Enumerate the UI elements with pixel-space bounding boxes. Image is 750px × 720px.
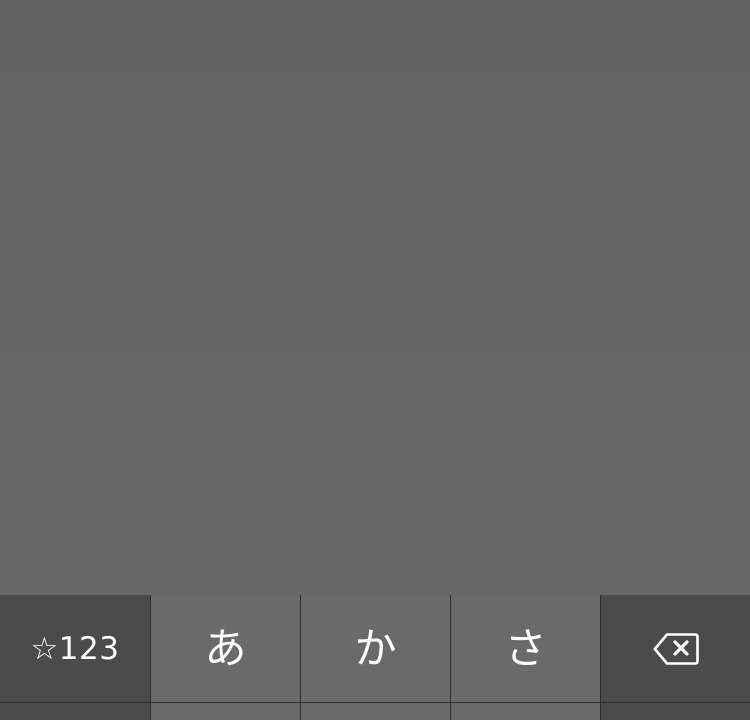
japanese-flick-keyboard: ☆123 あ か さ — [0, 595, 750, 720]
keyboard-row-2-partial — [0, 703, 750, 720]
keyboard-row-1: ☆123 あ か さ — [0, 595, 750, 702]
kana-ka-key[interactable]: か — [301, 595, 451, 702]
keyboard-key-partial-2[interactable] — [151, 703, 301, 720]
delete-key[interactable] — [601, 595, 750, 702]
symbols-numbers-key[interactable]: ☆123 — [0, 595, 151, 702]
empty-content-area — [0, 0, 750, 595]
keyboard-key-partial-3[interactable] — [301, 703, 451, 720]
keyboard-key-partial-5[interactable] — [601, 703, 750, 720]
keyboard-key-partial-1[interactable] — [0, 703, 151, 720]
backspace-icon — [653, 632, 699, 665]
kana-a-key[interactable]: あ — [151, 595, 301, 702]
kana-sa-key[interactable]: さ — [451, 595, 601, 702]
keyboard-key-partial-4[interactable] — [451, 703, 601, 720]
screen: ☆123 あ か さ — [0, 0, 750, 720]
